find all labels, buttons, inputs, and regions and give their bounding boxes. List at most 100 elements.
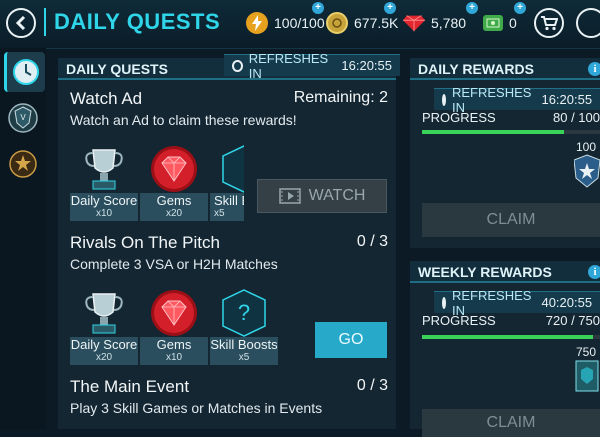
clock-icon (13, 59, 39, 85)
daily-rewards-header: DAILY REWARDS (410, 58, 600, 80)
reward-count: x5 (238, 352, 250, 363)
daily-progress-bar (422, 130, 600, 134)
quest-description: Complete 3 VSA or H2H Matches (70, 256, 278, 272)
reward-count: x10 (165, 352, 183, 363)
gems-counter[interactable]: 5,780 (403, 10, 466, 36)
menu-button[interactable] (576, 8, 600, 38)
watch-label: WATCH (308, 187, 366, 204)
nav-event-rewards[interactable] (4, 144, 42, 184)
coins-counter[interactable]: 677.5K (326, 10, 398, 36)
weekly-claim-button[interactable]: CLAIM (422, 409, 600, 437)
reward-name: Skill B (214, 193, 244, 208)
quests-refresh-timer: REFRESHES IN 16:20:55 (224, 51, 400, 81)
reward-name: Daily Score (70, 193, 138, 208)
quest-status: Remaining: 2 (293, 89, 388, 106)
progress-label: PROGRESS (422, 313, 496, 328)
progress-fill (422, 130, 565, 134)
medal-icon (9, 150, 37, 178)
milestone-value: 100 (576, 140, 597, 154)
coins-value: 677.5K (354, 15, 399, 31)
quests-panel: DAILY QUESTS REFRESHES IN 16:20:55 Watch… (58, 51, 400, 429)
page-title: DAILY QUESTS (44, 8, 220, 36)
side-nav: V (0, 48, 46, 429)
quest-status: 0 / 3 (356, 233, 388, 250)
reward-count: x10 (95, 208, 113, 219)
clock-icon (232, 59, 243, 72)
reward-gems: Gems x20 (140, 142, 208, 222)
clock-icon (442, 93, 446, 106)
refresh-label: REFRESHES IN (248, 50, 329, 81)
gem-icon (151, 146, 197, 192)
shield-icon: V (8, 103, 38, 133)
skill-boost-icon (222, 145, 244, 193)
energy-bolt-icon (246, 12, 268, 34)
nav-season-rewards[interactable]: V (4, 98, 42, 138)
reward-count: x20 (165, 208, 183, 219)
watch-button[interactable]: WATCH (257, 179, 387, 213)
info-icon[interactable]: i (588, 265, 600, 279)
reward-name: Skill Boosts (210, 337, 278, 352)
weekly-refresh-timer: REFRESHES IN 40:20:55 (434, 288, 600, 318)
daily-rewards-panel: DAILY REWARDS i REFRESHES IN 16:20:55 PR… (410, 58, 600, 248)
milestone-reward (574, 359, 600, 393)
gems-value: 5,780 (431, 15, 467, 31)
store-button[interactable] (534, 8, 564, 38)
progress-label: PROGRESS (422, 110, 496, 125)
milestone-value: 750 (576, 345, 597, 359)
reward-skill-boosts-partial: Skill Bx5 (210, 142, 244, 222)
add-energy-button[interactable]: + (312, 2, 324, 14)
trophy-icon (85, 149, 123, 190)
go-button[interactable]: GO (315, 322, 387, 358)
svg-text:V: V (20, 113, 26, 122)
reward-count: x20 (95, 352, 113, 363)
info-icon[interactable]: i (588, 62, 600, 76)
weekly-progress-bar (422, 335, 600, 339)
daily-refresh-timer: REFRESHES IN 16:20:55 (434, 85, 600, 115)
gem-icon (403, 12, 425, 34)
reward-daily-score: Daily Score x10 (70, 142, 138, 222)
add-gems-button[interactable]: + (466, 2, 478, 14)
reward-skill-boosts: ? Skill Boosts x5 (210, 286, 278, 366)
reward-count: x5 (214, 208, 225, 219)
weekly-rewards-panel: WEEKLY REWARDS i REFRESHES IN 40:20:55 P… (410, 261, 600, 437)
quest-title: The Main Event (70, 377, 190, 396)
quest-description: Play 3 Skill Games or Matches in Events (70, 400, 323, 416)
quest-description: Watch an Ad to claim these rewards! (70, 112, 297, 128)
cash-icon (483, 15, 503, 31)
progress-fill (422, 335, 593, 339)
add-coins-button[interactable]: + (384, 2, 396, 14)
nav-daily-quests[interactable] (4, 52, 45, 92)
clock-icon (442, 296, 446, 309)
add-cash-button[interactable]: + (514, 2, 526, 14)
cash-value: 0 (509, 15, 517, 31)
reward-daily-score: Daily Score x20 (70, 286, 138, 366)
svg-text:?: ? (238, 300, 250, 325)
energy-counter[interactable]: 100/100 (246, 10, 325, 36)
quest-status: 0 / 3 (356, 377, 388, 394)
reward-gems: Gems x10 (140, 286, 208, 366)
top-bar: DAILY QUESTS 100/100 + 677.5K + 5,780 + … (0, 0, 600, 49)
milestone-reward (573, 154, 600, 188)
progress-value: 80 / 100 (553, 110, 600, 125)
coin-icon (326, 12, 348, 34)
progress-value: 720 / 750 (545, 313, 600, 328)
cash-counter[interactable]: 0 (483, 10, 517, 36)
back-button[interactable] (6, 8, 36, 38)
energy-value: 100/100 (274, 15, 325, 31)
refresh-time: 40:20:55 (541, 295, 593, 310)
trophy-icon (85, 293, 123, 334)
reward-name: Gems (156, 337, 192, 352)
pack-icon (575, 360, 599, 392)
refresh-time: 16:20:55 (541, 92, 593, 107)
reward-name: Gems (156, 193, 192, 208)
gem-icon (151, 290, 197, 336)
skill-boost-icon: ? (222, 289, 266, 337)
daily-claim-button[interactable]: CLAIM (422, 203, 600, 237)
go-label: GO (338, 331, 364, 348)
back-arrow-icon (15, 16, 26, 30)
shield-icon (573, 154, 600, 188)
reward-name: Daily Score (70, 337, 138, 352)
refresh-time: 16:20:55 (341, 58, 392, 73)
weekly-rewards-header: WEEKLY REWARDS (410, 261, 600, 283)
quest-title: Rivals On The Pitch (70, 233, 220, 252)
